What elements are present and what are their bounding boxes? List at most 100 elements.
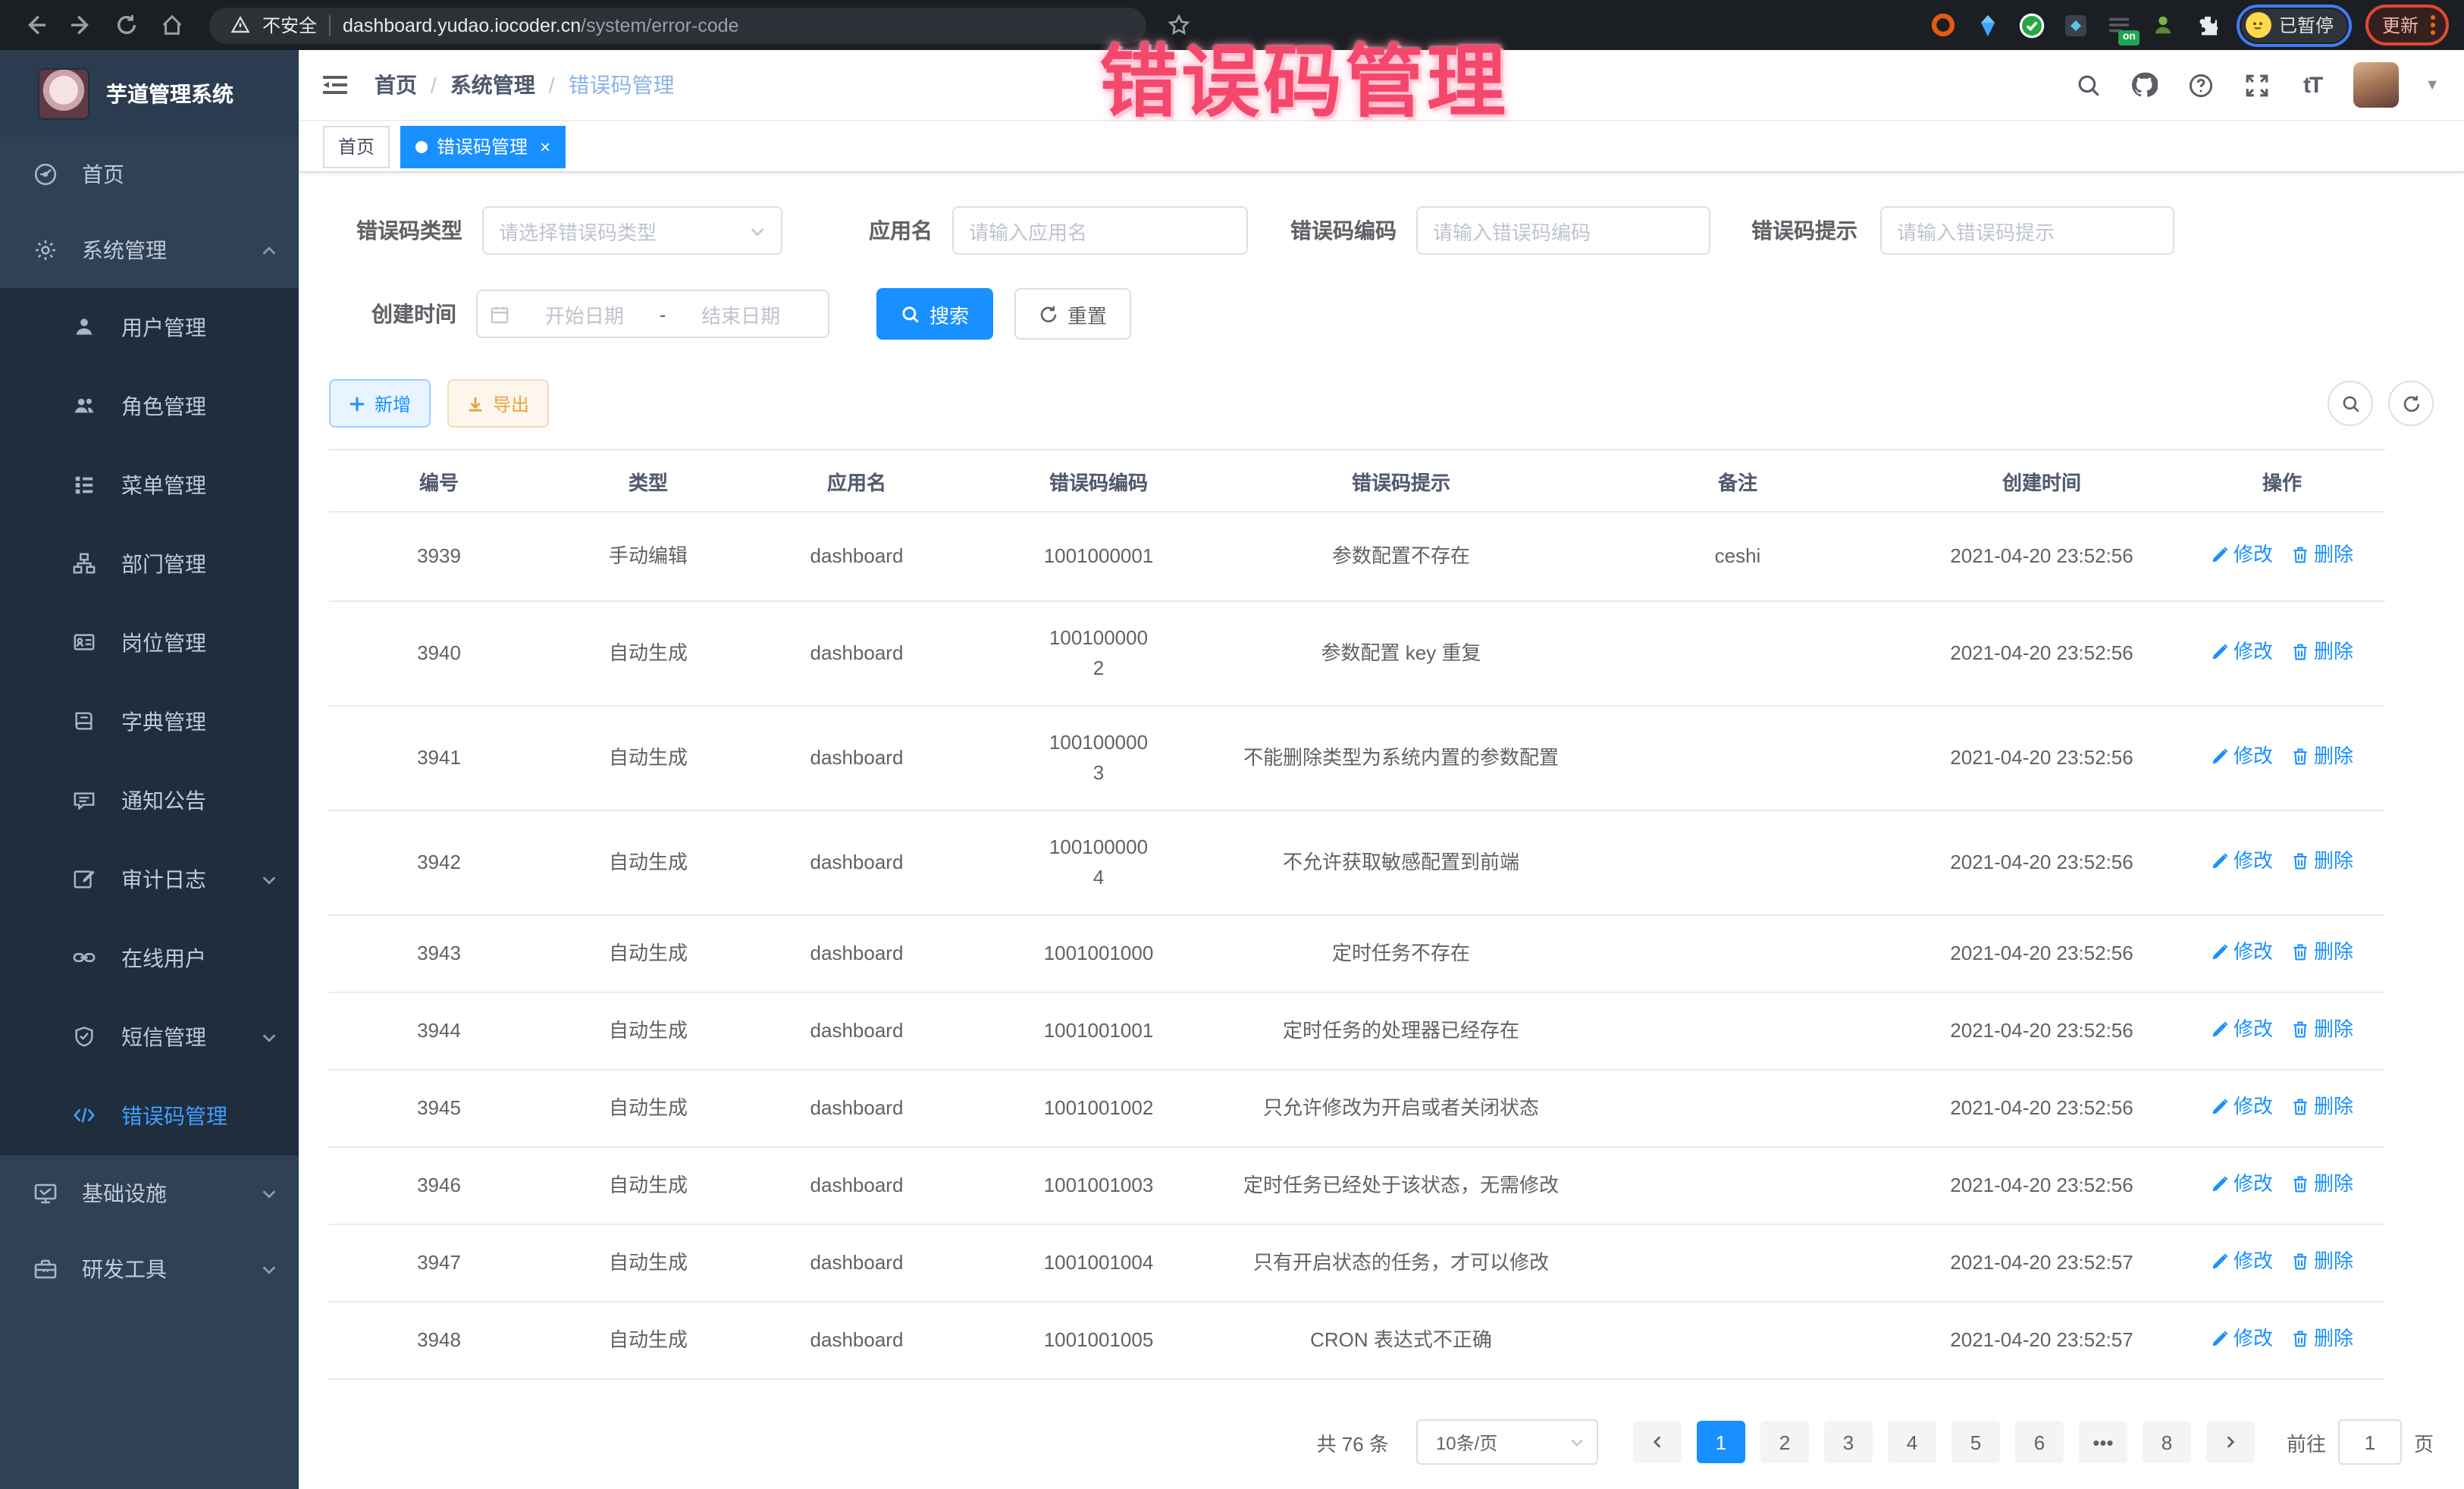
user-avatar[interactable] <box>2353 62 2399 108</box>
extension-green-check-icon[interactable] <box>2017 10 2047 40</box>
sidebar-item-roles[interactable]: 角色管理 <box>0 367 299 446</box>
edit-link[interactable]: 修改 <box>2211 1246 2273 1277</box>
browser-home-icon[interactable] <box>152 5 191 45</box>
browser-forward-icon[interactable] <box>61 5 100 45</box>
extension-orange-ring-icon[interactable] <box>1929 10 1959 40</box>
help-icon[interactable] <box>2185 70 2215 100</box>
app-name-input[interactable]: 请输入应用名 <box>952 206 1248 255</box>
header-search-icon[interactable] <box>2073 70 2103 100</box>
add-button[interactable]: 新增 <box>329 379 431 428</box>
app-logo-row[interactable]: 芋道管理系统 <box>0 50 299 136</box>
cell-hint: 定时任务不存在 <box>1231 915 1571 992</box>
sidebar-item-sms[interactable]: 短信管理 <box>0 998 299 1077</box>
sidebar-item-dictionary[interactable]: 字典管理 <box>0 682 299 761</box>
cell-app: dashboard <box>748 1302 966 1379</box>
cell-app: dashboard <box>748 1224 966 1302</box>
tag-error-code[interactable]: 错误码管理 × <box>400 125 566 168</box>
delete-link[interactable]: 删除 <box>2291 540 2353 570</box>
edit-link[interactable]: 修改 <box>2211 1092 2273 1122</box>
cell-code: 1001001000 <box>966 915 1231 992</box>
delete-link[interactable]: 删除 <box>2291 1014 2353 1045</box>
edit-link[interactable]: 修改 <box>2211 637 2273 667</box>
breadcrumb-system[interactable]: 系统管理 <box>450 70 535 100</box>
delete-link[interactable]: 删除 <box>2291 1246 2353 1277</box>
export-button[interactable]: 导出 <box>447 379 549 428</box>
next-page-button[interactable] <box>2206 1421 2255 1463</box>
edit-link[interactable]: 修改 <box>2211 741 2273 772</box>
browser-menu-icon[interactable] <box>2431 15 2441 35</box>
bookmark-star-icon[interactable] <box>1158 5 1198 45</box>
search-button[interactable]: 搜索 <box>876 288 993 340</box>
sidebar-item-audit-log[interactable]: 审计日志 <box>0 840 299 919</box>
page-button[interactable]: 8 <box>2143 1421 2191 1463</box>
extension-tampermonkey-icon[interactable] <box>2061 10 2091 40</box>
address-bar[interactable]: 不安全 dashboard.yudao.iocoder.cn/system/er… <box>209 7 1146 43</box>
date-range-picker[interactable]: 开始日期 - 结束日期 <box>476 290 829 338</box>
sidebar-item-system[interactable]: 系统管理 <box>0 212 299 288</box>
delete-link[interactable]: 删除 <box>2291 741 2353 772</box>
sidebar-item-notices[interactable]: 通知公告 <box>0 761 299 840</box>
goto-page-input[interactable]: 1 <box>2338 1419 2402 1465</box>
edit-link[interactable]: 修改 <box>2211 1014 2273 1045</box>
edit-link[interactable]: 修改 <box>2211 937 2273 967</box>
edit-link[interactable]: 修改 <box>2211 1169 2273 1199</box>
delete-link[interactable]: 删除 <box>2291 1092 2353 1122</box>
fullscreen-icon[interactable] <box>2241 70 2271 100</box>
extension-list-on-icon[interactable]: on <box>2105 10 2135 40</box>
user-icon <box>73 315 97 340</box>
sidebar-item-online-users[interactable]: 在线用户 <box>0 919 299 998</box>
browser-update-button[interactable]: 更新 <box>2373 9 2422 41</box>
tag-home[interactable]: 首页 <box>323 125 390 168</box>
sidebar-toggle-icon[interactable] <box>320 68 353 102</box>
refresh-table-button[interactable] <box>2388 381 2434 426</box>
page-button[interactable]: 3 <box>1824 1421 1873 1463</box>
toggle-search-button[interactable] <box>2328 381 2373 426</box>
error-code-input[interactable]: 请输入错误码编码 <box>1416 206 1710 255</box>
sidebar-item-infrastructure[interactable]: 基础设施 <box>0 1155 299 1231</box>
github-icon[interactable] <box>2129 70 2159 100</box>
page-ellipsis[interactable]: ••• <box>2079 1421 2127 1463</box>
sidebar-item-home[interactable]: 首页 <box>0 136 299 212</box>
page-button[interactable]: 2 <box>1760 1421 1809 1463</box>
tag-close-icon[interactable]: × <box>537 137 550 155</box>
extensions-puzzle-icon[interactable] <box>2193 10 2223 40</box>
page-button[interactable]: 1 <box>1697 1421 1745 1463</box>
chevron-down-icon <box>261 1185 277 1202</box>
font-size-icon[interactable]: tT <box>2297 70 2328 100</box>
delete-link[interactable]: 删除 <box>2291 937 2353 967</box>
reset-button[interactable]: 重置 <box>1014 288 1131 340</box>
delete-link[interactable]: 删除 <box>2291 1169 2353 1199</box>
prev-page-button[interactable] <box>1633 1421 1682 1463</box>
cell-code: 1001001004 <box>966 1224 1231 1302</box>
browser-reload-icon[interactable] <box>106 5 146 45</box>
page-button[interactable]: 6 <box>2015 1421 2064 1463</box>
sidebar-item-dev-tools[interactable]: 研发工具 <box>0 1231 299 1307</box>
page-button[interactable]: 4 <box>1888 1421 1936 1463</box>
table-row: 3948自动生成dashboard1001001005CRON 表达式不正确20… <box>329 1302 2385 1379</box>
edit-link[interactable]: 修改 <box>2211 1324 2273 1354</box>
error-type-select[interactable]: 请选择错误码类型 <box>482 206 782 255</box>
filter-type-label: 错误码类型 <box>356 215 462 246</box>
edit-link[interactable]: 修改 <box>2211 846 2273 876</box>
error-hint-input[interactable]: 请输入错误码提示 <box>1880 206 2174 255</box>
page-button[interactable]: 5 <box>1951 1421 2000 1463</box>
sidebar-item-departments[interactable]: 部门管理 <box>0 525 299 603</box>
extension-green-person-icon[interactable] <box>2149 10 2179 40</box>
sidebar-item-error-code[interactable]: 错误码管理 <box>0 1077 299 1155</box>
delete-link[interactable]: 删除 <box>2291 1324 2353 1354</box>
browser-profile-chip[interactable]: 已暂停 <box>2241 8 2347 42</box>
sidebar-item-posts[interactable]: 岗位管理 <box>0 603 299 682</box>
cell-app: dashboard <box>748 915 966 992</box>
avatar-caret-icon[interactable]: ▼ <box>2425 77 2440 93</box>
delete-link[interactable]: 删除 <box>2291 846 2353 876</box>
delete-link[interactable]: 删除 <box>2291 637 2353 667</box>
sidebar-item-users[interactable]: 用户管理 <box>0 288 299 367</box>
extension-blue-gem-icon[interactable] <box>1973 10 2003 40</box>
breadcrumb-home[interactable]: 首页 <box>375 70 417 100</box>
browser-back-icon[interactable] <box>15 5 55 45</box>
sidebar-item-menus[interactable]: 菜单管理 <box>0 446 299 525</box>
edit-link[interactable]: 修改 <box>2211 540 2273 570</box>
cell-time: 2021-04-20 23:52:56 <box>1904 1070 2179 1147</box>
page-size-select[interactable]: 10条/页 <box>1416 1419 1598 1465</box>
cell-remark <box>1571 1224 1904 1302</box>
